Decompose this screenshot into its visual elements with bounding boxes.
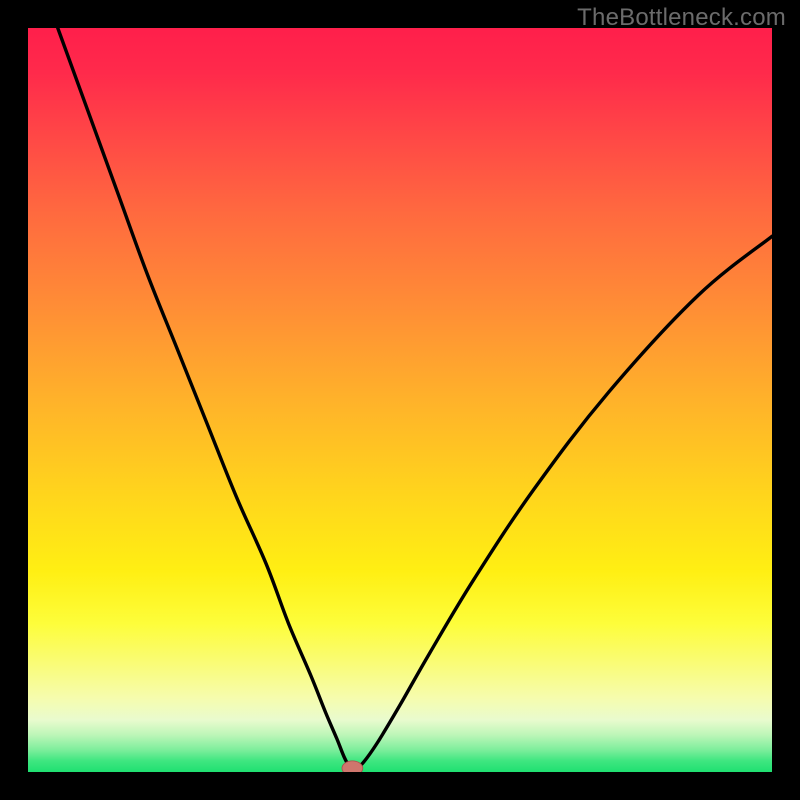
watermark-text: TheBottleneck.com: [577, 4, 786, 32]
bottleneck-curve-svg: [28, 28, 772, 772]
optimal-point-marker: [342, 761, 363, 772]
plot-area: [28, 28, 772, 772]
chart-frame: TheBottleneck.com: [0, 0, 800, 800]
bottleneck-curve-path: [58, 28, 772, 769]
